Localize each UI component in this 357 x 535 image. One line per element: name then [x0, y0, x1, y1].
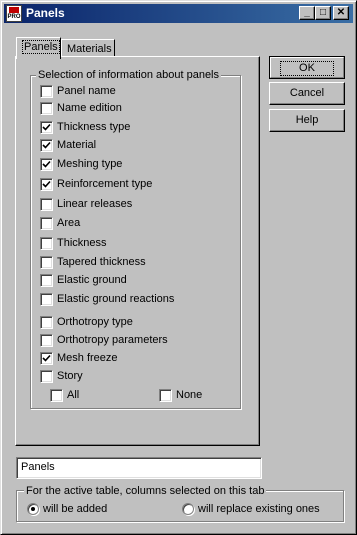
checkbox-thickness-type-box[interactable] [40, 121, 53, 134]
tab-panels-label: Panels [22, 40, 60, 54]
checkmark-icon [42, 354, 51, 362]
checkbox-panel-name-label: Panel name [57, 85, 116, 97]
radio-will-replace[interactable] [182, 503, 194, 515]
title-bar[interactable]: PRO Panels _ □ ✕ [4, 4, 353, 23]
checkbox-elastic-ground-reactions-label: Elastic ground reactions [57, 293, 175, 305]
checkbox-elastic-ground-label: Elastic ground [57, 274, 127, 286]
checkbox-orthotropy-parameters-box[interactable] [40, 334, 53, 347]
cancel-button-label: Cancel [289, 87, 325, 99]
app-icon: PRO [6, 5, 22, 22]
minimize-button[interactable]: _ [299, 6, 315, 20]
checkbox-all-label: All [67, 389, 80, 401]
checkbox-elastic-ground-box[interactable] [40, 274, 53, 287]
close-icon: ✕ [336, 7, 346, 18]
checkbox-mesh-freeze-box[interactable] [40, 352, 53, 365]
close-button[interactable]: ✕ [333, 6, 349, 20]
checkbox-area-label: Area [57, 217, 81, 229]
checkbox-orthotropy-parameters-label: Orthotropy parameters [57, 334, 168, 346]
checkbox-material-box[interactable] [40, 139, 53, 152]
checkbox-orthotropy-type-box[interactable] [40, 316, 53, 329]
minimize-icon: _ [304, 7, 310, 18]
checkbox-meshing-type-box[interactable] [40, 158, 53, 171]
help-button-label: Help [295, 114, 319, 126]
radio-will-be-added[interactable] [27, 503, 39, 515]
tab-panels[interactable]: Panels [16, 37, 61, 59]
cancel-button[interactable]: Cancel [269, 82, 345, 105]
checkbox-meshing-type-label: Meshing type [57, 158, 123, 170]
checkbox-tapered-thickness-label: Tapered thickness [57, 256, 146, 268]
checkmark-icon [42, 160, 51, 168]
checkbox-linear-releases-box[interactable] [40, 198, 53, 211]
radio-will-be-added-label: will be added [43, 503, 108, 515]
checkbox-orthotropy-type-label: Orthotropy type [57, 316, 133, 328]
table-name-input[interactable]: Panels [16, 457, 262, 479]
checkbox-story-box[interactable] [40, 370, 53, 383]
checkbox-reinforcement-type-box[interactable] [40, 178, 53, 191]
columns-group-label: For the active table, columns selected o… [24, 485, 267, 497]
tab-materials-label: Materials [67, 43, 112, 55]
checkbox-all-box[interactable] [50, 389, 63, 402]
checkbox-none-box[interactable] [159, 389, 172, 402]
radio-will-replace-label: will replace existing ones [198, 503, 320, 515]
checkmark-icon [42, 180, 51, 188]
ok-button-label: OK [280, 61, 334, 76]
checkbox-reinforcement-type-label: Reinforcement type [57, 178, 153, 190]
checkbox-material-label: Material [57, 139, 97, 151]
checkbox-story-label: Story [57, 370, 83, 382]
ok-button[interactable]: OK [269, 56, 345, 79]
checkbox-area-box[interactable] [40, 217, 53, 230]
selection-group-label: Selection of information about panels [36, 69, 222, 81]
checkbox-thickness-box[interactable] [40, 237, 53, 250]
panels-dialog: PRO Panels _ □ ✕ Panels Materials Select… [0, 0, 357, 535]
checkmark-icon [42, 141, 51, 149]
checkbox-elastic-ground-reactions-box[interactable] [40, 293, 53, 306]
checkbox-name-edition-label: Name edition [57, 102, 122, 114]
help-button[interactable]: Help [269, 109, 345, 132]
window-title: Panels [26, 6, 65, 20]
checkbox-linear-releases-label: Linear releases [57, 198, 133, 210]
checkbox-tapered-thickness-box[interactable] [40, 256, 53, 269]
checkbox-none-label: None [176, 389, 203, 401]
tab-materials[interactable]: Materials [61, 39, 115, 57]
checkbox-thickness-type-label: Thickness type [57, 121, 131, 133]
maximize-icon: □ [319, 7, 327, 18]
checkbox-mesh-freeze-label: Mesh freeze [57, 352, 118, 364]
checkbox-panel-name-box[interactable] [40, 85, 53, 98]
checkmark-icon [42, 123, 51, 131]
checkbox-name-edition-box[interactable] [40, 102, 53, 115]
checkbox-thickness-label: Thickness [57, 237, 107, 249]
maximize-button[interactable]: □ [315, 6, 331, 20]
